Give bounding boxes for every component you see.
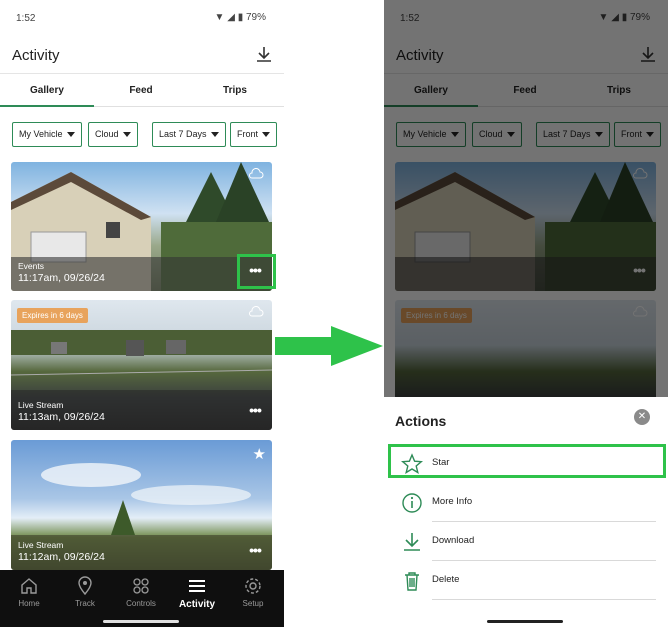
card-timestamp: 11:17am, 09/26/24 (18, 272, 105, 284)
status-icons: ▼ ◢ ▮ 79% (215, 12, 266, 23)
action-delete[interactable]: Delete (384, 561, 668, 600)
action-label: Download (432, 535, 475, 546)
filter-label: Cloud (95, 129, 119, 139)
nav-home[interactable]: Home (1, 576, 57, 608)
page-title: Activity (12, 47, 60, 64)
download-icon (404, 533, 420, 551)
gear-icon (245, 578, 261, 594)
nav-label: Home (18, 599, 40, 608)
expiry-badge: Expires in 6 days (17, 308, 88, 323)
caret-down-icon (210, 132, 219, 138)
transition-arrow-icon (275, 326, 383, 366)
action-more-info[interactable]: More Info (384, 483, 668, 522)
filter-label: Last 7 Days (159, 129, 207, 139)
card-timestamp: 11:12am, 09/26/24 (18, 551, 105, 563)
tab-bar: Gallery Feed Trips (0, 74, 284, 107)
nav-track[interactable]: Track (57, 576, 113, 608)
home-icon (21, 578, 37, 594)
close-icon[interactable]: ✕ (634, 409, 650, 425)
card-timestamp: 11:13am, 09/26/24 (18, 411, 105, 423)
gallery-card[interactable]: Events 11:17am, 09/26/24 ••• (11, 162, 272, 291)
filter-storage-dropdown[interactable]: Cloud (88, 122, 138, 147)
nav-setup[interactable]: Setup (225, 576, 281, 608)
card-type-label: Live Stream (18, 400, 64, 410)
divider (432, 599, 656, 600)
status-bar: 1:52 ▼ ◢ ▮ 79% (0, 0, 284, 38)
tab-trips[interactable]: Trips (188, 74, 282, 107)
gallery-card[interactable]: Expires in 6 days Live Stream 11:13am, 0… (11, 300, 272, 430)
tab-gallery[interactable]: Gallery (0, 74, 94, 107)
controls-icon (133, 578, 149, 594)
starred-icon: ★ (252, 446, 266, 463)
nav-label: Activity (178, 599, 216, 610)
nav-activity[interactable]: Activity (169, 576, 225, 610)
cloud-icon (249, 168, 264, 179)
filter-bar: My Vehicle Cloud Last 7 Days Front (0, 118, 284, 150)
filter-label: Front (237, 129, 259, 139)
more-options-button[interactable]: ••• (244, 543, 266, 559)
filter-vehicle-dropdown[interactable]: My Vehicle (12, 122, 82, 147)
bottom-nav: Home Track Controls Activity Setup (0, 570, 284, 627)
tap-target-highlight (237, 254, 276, 289)
card-type-label: Events (18, 261, 44, 271)
gallery-card[interactable]: ★ Live Stream 11:12am, 09/26/24 ••• (11, 440, 272, 570)
trash-icon (405, 572, 419, 591)
caret-down-icon (262, 132, 271, 138)
action-label: Delete (432, 574, 460, 585)
card-type-label: Live Stream (18, 540, 64, 550)
download-icon[interactable] (256, 46, 272, 64)
action-download[interactable]: Download (384, 522, 668, 561)
status-time: 1:52 (16, 13, 36, 24)
gesture-bar[interactable] (487, 620, 563, 623)
filter-date-dropdown[interactable]: Last 7 Days (152, 122, 226, 147)
app-header: Activity (0, 40, 284, 74)
caret-down-icon (66, 132, 75, 138)
battery-level: 79% (245, 12, 266, 23)
nav-label: Controls (126, 599, 156, 608)
cloud-icon (249, 306, 264, 317)
battery-icon: ▮ (237, 12, 244, 23)
phone-screen-before: 1:52 ▼ ◢ ▮ 79% Activity Gallery Feed Tri… (0, 0, 284, 627)
wifi-icon: ▼ (214, 12, 225, 23)
location-pin-icon (78, 576, 92, 596)
nav-label: Track (75, 599, 95, 608)
tab-feed[interactable]: Feed (94, 74, 188, 107)
action-label: More Info (432, 496, 473, 507)
info-icon (402, 493, 422, 513)
tutorial-stage: 1:52 ▼ ◢ ▮ 79% Activity Gallery Feed Tri… (0, 0, 668, 627)
more-options-button[interactable]: ••• (244, 403, 266, 419)
filter-label: My Vehicle (19, 129, 63, 139)
filter-camera-dropdown[interactable]: Front (230, 122, 278, 147)
nav-controls[interactable]: Controls (113, 576, 169, 608)
list-icon (189, 580, 205, 592)
caret-down-icon (122, 132, 131, 138)
signal-icon: ◢ (227, 12, 235, 23)
phone-screen-after: 1:52 ▼ ◢ ▮ 79% Activity Gallery Feed Tri… (384, 0, 668, 627)
gallery-list: Events 11:17am, 09/26/24 ••• Expires in … (0, 162, 284, 570)
gesture-bar[interactable] (103, 620, 179, 623)
tap-target-highlight (388, 444, 666, 478)
nav-label: Setup (242, 599, 264, 608)
actions-title: Actions (395, 413, 447, 429)
actions-sheet: Actions ✕ Star More Info Download Delete (384, 397, 668, 627)
